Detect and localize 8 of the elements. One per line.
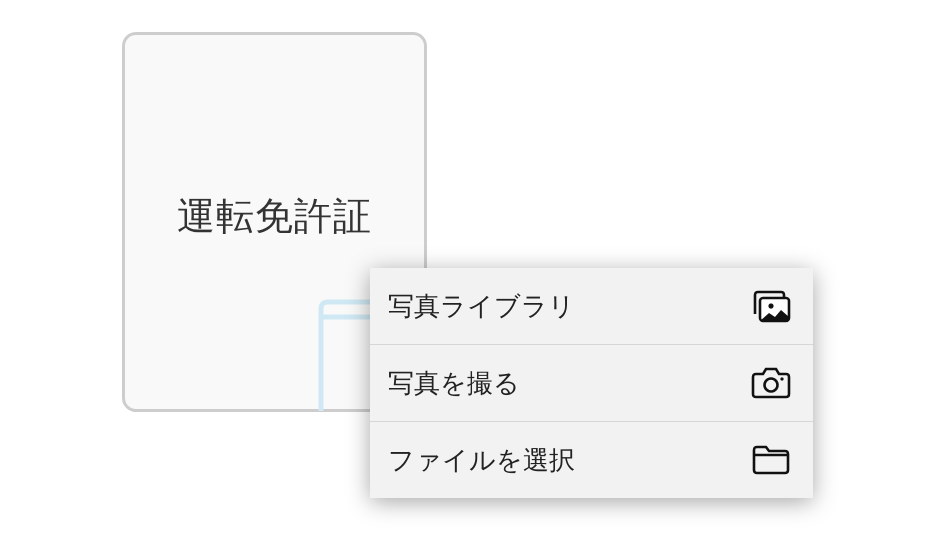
document-icon [318,299,370,411]
menu-item[interactable]: 写真を撮る [370,344,813,421]
folder-icon [751,445,791,475]
menu-item[interactable]: ファイルを選択 [370,421,813,498]
menu-item[interactable]: 写真ライブラリ [370,268,813,344]
camera-icon [751,367,791,399]
card-title: 運転免許証 [177,192,372,240]
photos-icon [751,289,791,323]
